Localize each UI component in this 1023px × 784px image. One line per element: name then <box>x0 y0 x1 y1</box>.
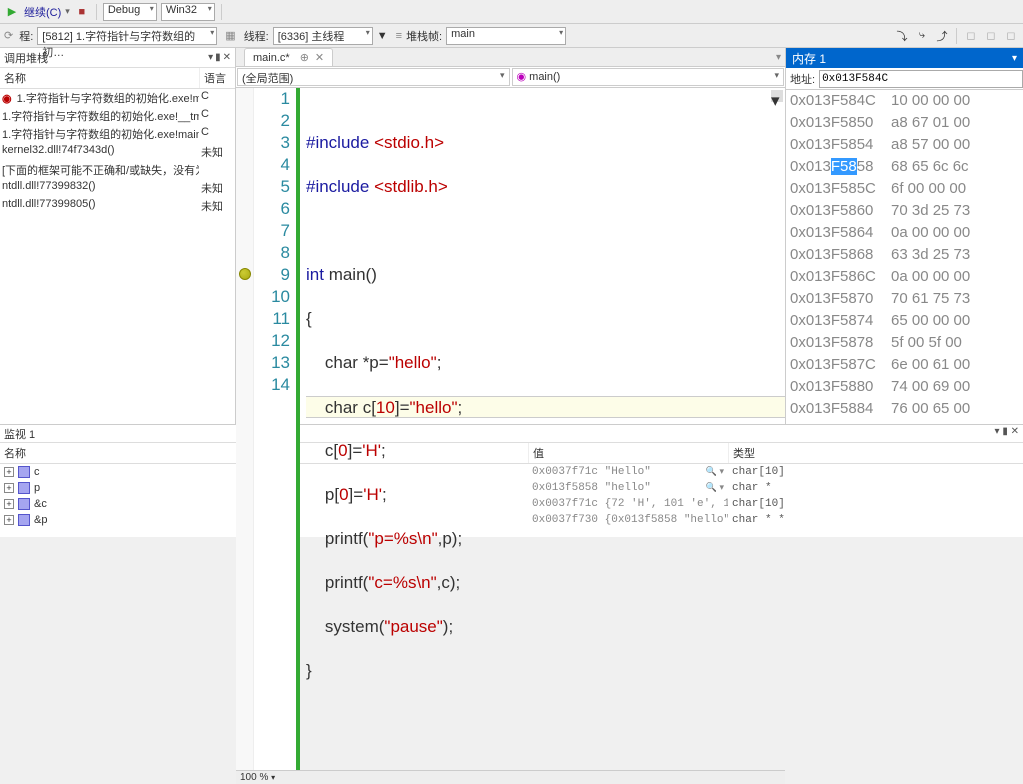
line-numbers: 1234567891011121314 <box>254 88 296 770</box>
callstack-row[interactable]: 1.字符指针与字符数组的初始化.exe!__tmaiC <box>0 107 235 125</box>
memory-row[interactable]: 0x013F5850a8 67 01 00 <box>786 112 1023 134</box>
memory-row[interactable]: 0x013F586070 3d 25 73 <box>786 200 1023 222</box>
expand-icon[interactable]: + <box>4 483 14 493</box>
code-editor[interactable]: 1234567891011121314 ▾ #include <stdio.h>… <box>236 88 785 770</box>
callstack-panel: 调用堆栈 ▾ ▮ ✕ 名称语言 ◉ 1.字符指针与字符数组的初始化.exe!ma… <box>0 48 236 424</box>
memory-row[interactable]: 0x013F5854a8 57 00 00 <box>786 134 1023 156</box>
callstack-row[interactable]: ◉ 1.字符指针与字符数组的初始化.exe!main(i…C <box>0 89 235 107</box>
dropdown-icon[interactable]: ▾ <box>208 52 213 63</box>
memory-row[interactable]: 0x013F587C6e 00 61 00 <box>786 354 1023 376</box>
close-icon[interactable]: ✕ <box>315 51 324 64</box>
var-icon <box>18 498 30 510</box>
callstack-row[interactable]: 1.字符指针与字符数组的初始化.exe!mainCC <box>0 125 235 143</box>
memory-row[interactable]: 0x013F585868 65 6c 6c <box>786 156 1023 178</box>
var-icon <box>18 482 30 494</box>
debug-toolbar-2: ⟳ 程: [5812] 1.字符指针与字符数组的初… ▦ 线程: [6336] … <box>0 24 1023 48</box>
close-icon[interactable]: ✕ <box>223 52 231 63</box>
callstack-row[interactable]: kernel32.dll!74f7343d()未知 <box>0 143 235 161</box>
scope-right[interactable]: ◉ main() <box>512 68 785 86</box>
watch-title: 监视 1 <box>4 426 35 441</box>
process-combo[interactable]: [5812] 1.字符指针与字符数组的初… <box>37 27 217 45</box>
frame-combo[interactable]: main <box>446 27 566 45</box>
continue-label[interactable]: 继续(C) <box>24 4 61 20</box>
misc-icon[interactable]: ◻ <box>983 28 999 44</box>
misc-icon[interactable]: ◻ <box>1003 28 1019 44</box>
scope-bar: (全局范围) ◉ main() <box>236 67 785 88</box>
callstack-row[interactable]: ntdll.dll!77399832()未知 <box>0 179 235 197</box>
expand-icon[interactable]: + <box>4 467 14 477</box>
process-label: 程: <box>19 28 33 44</box>
stop-icon[interactable]: ■ <box>74 4 90 20</box>
breakpoint-marker[interactable] <box>239 268 251 280</box>
scope-left[interactable]: (全局范围) <box>237 68 510 86</box>
misc-icon[interactable]: ◻ <box>963 28 979 44</box>
expand-icon[interactable]: + <box>4 515 14 525</box>
addr-input[interactable] <box>819 70 1023 88</box>
pin-icon[interactable]: ▮ <box>215 52 221 63</box>
editor-panel: main.c* ⊕ ✕ ▾ (全局范围) ◉ main() 1234567891… <box>236 48 785 424</box>
var-icon <box>18 466 30 478</box>
memory-row[interactable]: 0x013F586C0a 00 00 00 <box>786 266 1023 288</box>
breakpoint-gutter[interactable] <box>236 88 254 770</box>
editor-tabbar: main.c* ⊕ ✕ ▾ <box>236 48 785 67</box>
platform-combo[interactable]: Win32 <box>161 3 215 21</box>
step-out-icon[interactable]: ⤴ <box>934 28 950 44</box>
memory-row[interactable]: 0x013F586863 3d 25 73 <box>786 244 1023 266</box>
memory-row[interactable]: 0x013F58640a 00 00 00 <box>786 222 1023 244</box>
memory-row[interactable]: 0x013F588074 00 69 00 <box>786 376 1023 398</box>
memory-title: 内存 1 <box>792 50 826 67</box>
thread-combo[interactable]: [6336] 主线程 <box>273 27 373 45</box>
expand-icon[interactable]: ▾ <box>771 90 783 102</box>
step-into-icon[interactable]: ⤷ <box>914 28 930 44</box>
memory-row[interactable]: 0x013F58785f 00 5f 00 <box>786 332 1023 354</box>
callstack-row[interactable]: [下面的框架可能不正确和/或缺失，没有为 <box>0 161 235 179</box>
continue-icon[interactable]: ▶ <box>4 4 20 20</box>
pin-icon[interactable]: ⊕ <box>300 51 309 64</box>
thread-label: 线程: <box>244 28 269 44</box>
var-icon <box>18 514 30 526</box>
memory-row[interactable]: 0x013F587465 00 00 00 <box>786 310 1023 332</box>
config-combo[interactable]: Debug <box>103 3 157 21</box>
memory-panel: 内存 1 ▾ 地址: 0x013F584C10 00 00 000x013F58… <box>785 48 1023 424</box>
zoom-status[interactable]: 100 % ▾ <box>236 770 785 784</box>
memory-row[interactable]: 0x013F584C10 00 00 00 <box>786 90 1023 112</box>
frame-label: 堆栈帧: <box>406 28 442 44</box>
memory-row[interactable]: 0x013F587070 61 75 73 <box>786 288 1023 310</box>
debug-toolbar: ▶ 继续(C) ▾ ■ Debug Win32 <box>0 0 1023 24</box>
memory-row[interactable]: 0x013F585C6f 00 00 00 <box>786 178 1023 200</box>
callstack-row[interactable]: ntdll.dll!77399805()未知 <box>0 197 235 215</box>
callstack-header: 名称语言 <box>0 68 235 89</box>
step-over-icon[interactable]: ⤵ <box>894 28 910 44</box>
editor-tab[interactable]: main.c* ⊕ ✕ <box>244 48 333 66</box>
expand-icon[interactable]: + <box>4 499 14 509</box>
memory-row[interactable]: 0x013F588476 00 65 00 <box>786 398 1023 420</box>
addr-label: 地址: <box>786 71 819 87</box>
code-area[interactable]: ▾ #include <stdio.h> #include <stdlib.h>… <box>300 88 785 770</box>
memory-row[interactable]: 0x013F58885f 00 73 00 <box>786 420 1023 424</box>
